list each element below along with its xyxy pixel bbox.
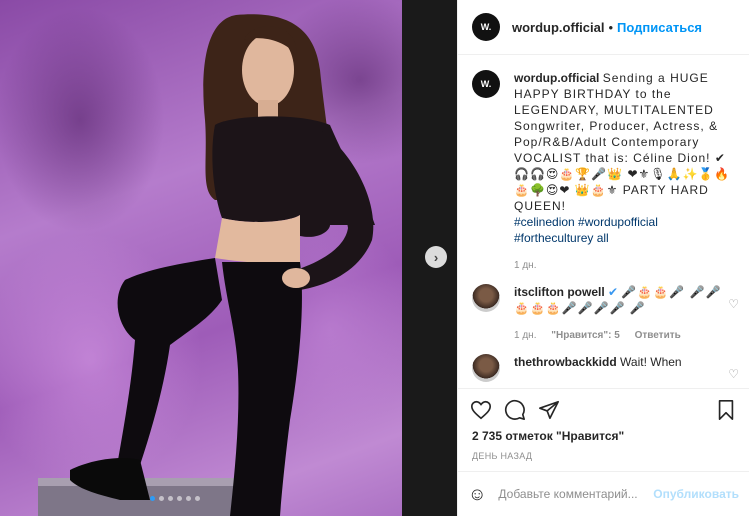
carousel-dot — [159, 496, 164, 501]
next-arrow-icon[interactable]: › — [425, 246, 447, 268]
likes-count[interactable]: 2 735 отметок "Нравится" — [458, 425, 749, 443]
bookmark-icon[interactable] — [715, 399, 737, 421]
comment-username[interactable]: itsclifton powell — [514, 285, 605, 299]
caption-hashtags[interactable]: #celinedion #wordupofficial #forthecultu… — [514, 214, 739, 246]
comment-form: ☺ Добавьте комментарий... Опубликовать — [458, 471, 749, 516]
caption-time: 1 дн. — [514, 260, 537, 271]
comment-time: 1 дн. — [514, 330, 537, 341]
carousel-dot — [168, 496, 173, 501]
like-comment-icon[interactable]: ♡ — [728, 296, 739, 344]
carousel-dot — [195, 496, 200, 501]
post-timestamp: ДЕНЬ НАЗАД — [472, 451, 533, 461]
emoji-icon[interactable]: ☺ — [468, 484, 486, 505]
caption-row: W. wordup.official Sending a HUGE HAPPY … — [472, 70, 739, 274]
carousel-dot — [186, 496, 191, 501]
woman-figure — [38, 14, 375, 516]
caption-text: Sending a HUGE HAPPY BIRTHDAY to the LEG… — [514, 71, 731, 213]
actions-section: 2 735 отметок "Нравится" ДЕНЬ НАЗАД — [458, 388, 749, 461]
carousel-dot — [177, 496, 182, 501]
comment-row: itsclifton powell ✔ 🎤🎂🎂🎤 🎤🎤🎂🎂🎂🎤🎤🎤🎤 🎤 1 д… — [472, 284, 739, 344]
carousel-dot — [150, 496, 155, 501]
avatar[interactable] — [472, 354, 500, 382]
like-comment-icon[interactable]: ♡ — [728, 366, 739, 382]
comment-input[interactable]: Добавьте комментарий... — [498, 487, 647, 501]
share-icon[interactable] — [538, 399, 560, 421]
comment-row: thethrowbackkidd Wait! When ♡ — [472, 354, 739, 382]
avatar[interactable] — [472, 284, 500, 312]
comment-icon[interactable] — [504, 399, 526, 421]
comment-text: Wait! When — [620, 355, 682, 369]
header-separator: • — [608, 19, 614, 35]
header-username[interactable]: wordup.official — [512, 20, 604, 35]
carousel-dots — [150, 496, 200, 501]
comment-likes[interactable]: "Нравится": 5 — [551, 330, 620, 341]
caption-username[interactable]: wordup.official — [514, 71, 599, 85]
follow-button[interactable]: Подписаться — [617, 20, 702, 35]
verified-icon: ✔ — [608, 285, 619, 299]
avatar[interactable]: W. — [472, 70, 500, 98]
publish-button[interactable]: Опубликовать — [653, 487, 739, 501]
avatar[interactable]: W. — [472, 13, 500, 41]
reply-button[interactable]: Ответить — [635, 330, 681, 341]
post-photo[interactable]: › — [0, 0, 457, 516]
comment-username[interactable]: thethrowbackkidd — [514, 355, 617, 369]
post-panel: W. wordup.official • Подписаться W. word… — [457, 0, 749, 516]
post-header: W. wordup.official • Подписаться — [458, 0, 749, 55]
heart-icon[interactable] — [470, 399, 492, 421]
comments-list: W. wordup.official Sending a HUGE HAPPY … — [472, 70, 739, 386]
